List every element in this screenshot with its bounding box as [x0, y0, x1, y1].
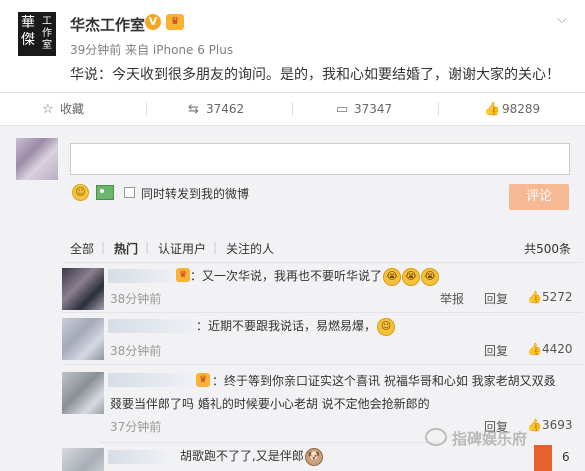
watermark-text: 指碑娱乐府	[452, 430, 528, 448]
image-upload-icon[interactable]	[96, 185, 114, 200]
like-button[interactable]: 👍 98289	[484, 93, 540, 125]
commenter-avatar[interactable]	[62, 268, 104, 310]
tab-hot[interactable]: 热门	[114, 240, 138, 257]
post-text: 华说：今天收到很多朋友的询问。是的，我和心如要结婚了，谢谢大家的关心！	[70, 67, 560, 83]
comment-time: 38分钟前	[110, 344, 162, 358]
commenter-name[interactable]	[108, 450, 168, 464]
comment-text-content: ：近期不要跟我说话，易燃易爆，	[196, 319, 377, 333]
comment-like-count: 3693	[541, 418, 573, 432]
comment-total: 共500条	[524, 242, 571, 256]
repost-icon: ⇆	[188, 102, 199, 117]
divider	[100, 442, 440, 443]
tab-divider: |	[213, 240, 218, 254]
post-action-bar: ☆ 收藏 ⇆ 37462 ▭ 37347 👍 98289	[0, 92, 585, 126]
member-crown-icon: ♛	[176, 268, 190, 282]
emoji-icon[interactable]: ☺	[72, 184, 89, 201]
thumbs-up-icon: 👍	[527, 290, 542, 304]
repost-button[interactable]: ⇆ 37462	[188, 93, 244, 125]
thumbs-up-icon: 👍	[527, 342, 542, 356]
commenter-avatar[interactable]	[62, 318, 104, 360]
member-crown-icon: ♛	[196, 373, 210, 387]
logo-big-text: 華傑	[21, 15, 35, 48]
favorite-button[interactable]: ☆ 收藏	[42, 93, 84, 125]
comment-text-content: ：又一次华说，我再也不要听华说了	[190, 269, 383, 283]
repost-checkbox-label[interactable]: 同时转发到我的微博	[141, 185, 249, 202]
comment-input[interactable]	[70, 143, 570, 175]
tab-all[interactable]: 全部	[70, 240, 94, 257]
comment-like-button[interactable]: 👍5272	[527, 290, 573, 304]
commenter-name[interactable]	[108, 269, 176, 283]
favorite-label: 收藏	[60, 102, 85, 116]
divider	[438, 102, 439, 116]
comment-text-line1: ：终于等到你亲口证实这个喜讯 祝福华哥和心如 我家老胡又双叒	[212, 374, 556, 388]
comment-text-content: 胡歌跑不了了,又是伴郎	[180, 449, 304, 463]
member-crown-icon: ♛	[166, 14, 184, 30]
comment-filter-tabs: 全部 | 热门 | 认证用户 | 关注的人	[0, 240, 585, 260]
comment-like-button[interactable]: 👍3693	[527, 418, 573, 432]
commenter-name[interactable]	[108, 319, 196, 333]
author-avatar[interactable]: 華傑 工作室	[18, 12, 56, 56]
divider	[146, 102, 147, 116]
comment-like-count: 4420	[541, 342, 573, 356]
post-meta: 39分钟前 来自 iPhone 6 Plus	[70, 43, 234, 57]
comment-icon: ▭	[336, 102, 349, 117]
comment-like-button[interactable]: 👍4420	[527, 342, 573, 356]
divider	[62, 262, 582, 263]
tab-divider: |	[101, 240, 106, 254]
commenter-avatar[interactable]	[62, 372, 104, 414]
divider	[62, 364, 582, 365]
author-name[interactable]: 华杰工作室	[70, 14, 145, 35]
commenter-name[interactable]	[108, 373, 194, 387]
cut-off-text: 6	[562, 450, 570, 464]
weibo-post: 華傑 工作室 华杰工作室 V ♛ 39分钟前 来自 iPhone 6 Plus …	[0, 0, 585, 92]
comment-time: 38分钟前	[110, 292, 162, 306]
reply-link[interactable]: 回复	[484, 342, 508, 359]
thumbs-up-icon: 👍	[484, 102, 501, 117]
logo-small-text: 工作室	[42, 16, 52, 51]
star-icon: ☆	[42, 102, 54, 117]
smiley-emoji-icon: ☺	[377, 317, 396, 336]
crying-emoji-icon: 😭	[421, 267, 440, 286]
comment-text: ：又一次华说，我再也不要听华说了 😭 😭 😭	[190, 266, 440, 286]
reply-link[interactable]: 回复	[484, 290, 508, 307]
crying-emoji-icon: 😭	[383, 267, 402, 286]
submit-comment-button[interactable]: 评论	[509, 184, 569, 210]
report-link[interactable]: 举报	[440, 290, 464, 307]
wechat-logo-icon	[425, 428, 447, 446]
divider	[62, 312, 582, 313]
divider	[292, 102, 293, 116]
like-count: 98289	[502, 102, 541, 116]
repost-count: 37462	[206, 102, 245, 116]
comment-text-line2: 叕要当伴郎了吗 婚礼的时候要小心老胡 说不定他会抢新郎的	[110, 397, 430, 411]
comment-like-count: 5272	[541, 290, 573, 304]
comment-time: 37分钟前	[110, 420, 162, 434]
comment-text: 胡歌跑不了了,又是伴郎 🐶	[180, 446, 323, 466]
repost-checkbox[interactable]	[124, 187, 135, 198]
thumbs-up-icon: 👍	[527, 418, 542, 432]
comment-text: ：近期不要跟我说话，易燃易爆， ☺	[196, 316, 396, 336]
current-user-avatar	[16, 138, 58, 180]
comment-count: 37347	[354, 102, 393, 116]
tab-verified-users[interactable]: 认证用户	[158, 240, 206, 257]
verified-icon: V	[145, 14, 161, 30]
chevron-down-icon[interactable]: ⌵	[557, 12, 573, 28]
tab-divider: |	[145, 240, 150, 254]
tab-following[interactable]: 关注的人	[226, 240, 274, 257]
message-icon[interactable]	[534, 445, 552, 471]
crying-emoji-icon: 😭	[402, 267, 421, 286]
comment-button[interactable]: ▭ 37347	[336, 93, 392, 125]
commenter-avatar[interactable]	[62, 448, 104, 471]
dog-emoji-icon: 🐶	[304, 447, 323, 466]
